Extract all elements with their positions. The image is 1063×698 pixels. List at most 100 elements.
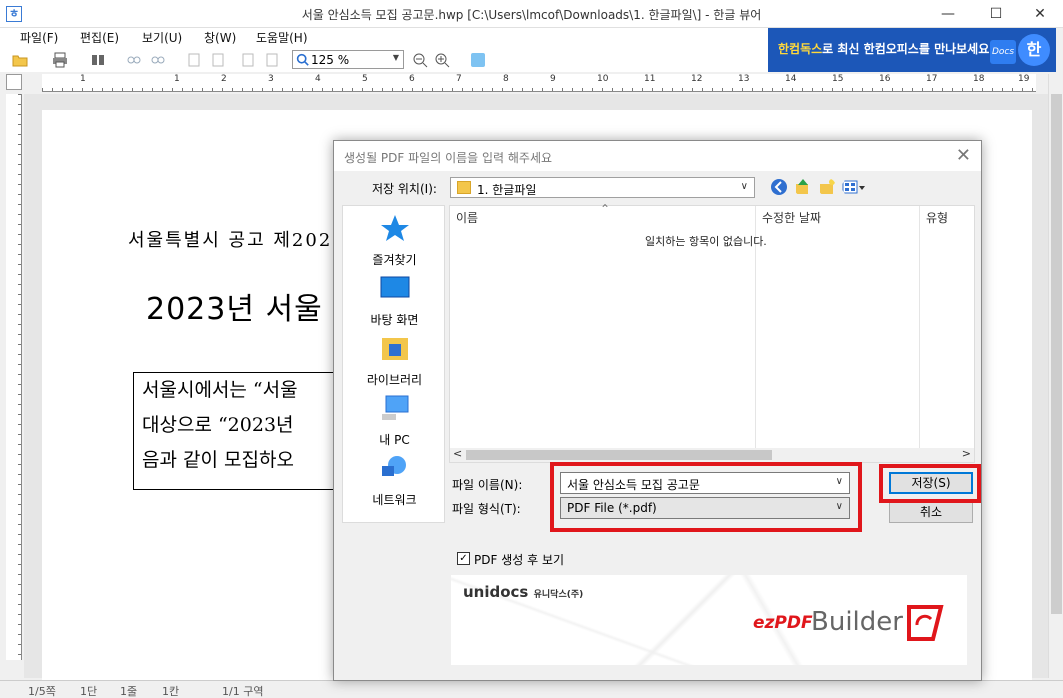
- page-next-icon[interactable]: [210, 52, 226, 68]
- back-icon[interactable]: [770, 178, 788, 196]
- ruler-label: 5: [362, 74, 368, 84]
- doc-title: 2023년 서울: [146, 292, 323, 327]
- file-list[interactable]: ⌃ 이름 수정한 날짜 유형 일치하는 항목이 없습니다. < >: [449, 202, 975, 463]
- find-icon[interactable]: [90, 52, 106, 68]
- chevron-left-icon[interactable]: <: [453, 447, 462, 460]
- brand-name-kr: 유니닥스(주): [533, 590, 584, 600]
- banner-message: 로 최신 한컴오피스를 만나보세요: [822, 42, 990, 56]
- status-bar: 1/5쪽 1단 1줄 1칸 1/1 구역: [0, 680, 1063, 698]
- ruler-label: 2: [221, 74, 227, 84]
- menu-window[interactable]: 창(W): [204, 28, 236, 48]
- zoom-in-icon[interactable]: [434, 52, 450, 68]
- zoom-out-icon[interactable]: [412, 52, 428, 68]
- status-section: 1/1 구역: [222, 685, 264, 698]
- scrollbar-thumb[interactable]: [466, 450, 772, 460]
- status-char: 1칸: [162, 685, 180, 698]
- save-in-label: 저장 위치(I):: [372, 182, 437, 196]
- place-label: 네트워크: [372, 493, 417, 507]
- ruler-label: 9: [550, 74, 556, 84]
- ezpdf-logo-text: ezPDF: [753, 613, 813, 633]
- ruler-corner-button[interactable]: [6, 74, 22, 90]
- page-last-icon[interactable]: [264, 52, 280, 68]
- highlight-box-filename: [550, 462, 862, 532]
- ruler-label: 17: [926, 74, 938, 84]
- place-favorites[interactable]: 즐겨찾기: [343, 214, 446, 268]
- menu-file[interactable]: 파일(F): [20, 28, 58, 48]
- status-line: 1줄: [120, 685, 138, 698]
- ruler-label: 10: [597, 74, 609, 84]
- ezpdf-logo-icon: [907, 605, 944, 641]
- places-sidebar: 즐겨찾기 바탕 화면 라이브러리 내 PC 네트워크: [342, 205, 445, 523]
- place-this-pc[interactable]: 내 PC: [343, 394, 446, 448]
- minimize-button[interactable]: —: [925, 0, 971, 28]
- view-after-label: PDF 생성 후 보기: [474, 553, 565, 567]
- menu-view[interactable]: 보기(U): [142, 28, 182, 48]
- ruler-label: 15: [832, 74, 844, 84]
- cancel-button[interactable]: 취소: [889, 501, 973, 523]
- brand-name: unidocs: [463, 583, 529, 601]
- dialog-title-bar: 생성될 PDF 파일의 이름을 입력 해주세요 ✕: [334, 141, 981, 171]
- menu-help[interactable]: 도움말(H): [256, 28, 308, 48]
- chevron-down-icon: ∨: [740, 181, 748, 192]
- save-in-combo[interactable]: 1. 한글파일 ∨: [450, 177, 755, 198]
- zoom-value: 125 %: [311, 53, 350, 67]
- view-after-checkbox[interactable]: ✓: [457, 552, 470, 565]
- place-label: 내 PC: [379, 433, 410, 447]
- chevron-down-icon: ▼: [392, 53, 399, 62]
- place-desktop[interactable]: 바탕 화면: [343, 274, 446, 328]
- view-menu-icon[interactable]: [842, 178, 866, 196]
- status-column: 1단: [80, 685, 98, 698]
- sort-ascending-icon: ⌃: [600, 202, 611, 216]
- empty-list-message: 일치하는 항목이 없습니다.: [645, 235, 767, 248]
- zoom-select[interactable]: 125 % ▼: [292, 50, 404, 69]
- maximize-button[interactable]: ☐: [973, 0, 1019, 28]
- column-name[interactable]: 이름: [456, 209, 478, 226]
- link-icon[interactable]: [126, 52, 142, 68]
- desktop-icon: [380, 276, 409, 298]
- horizontal-scrollbar[interactable]: < >: [450, 447, 974, 462]
- ruler-label: 3: [268, 74, 274, 84]
- folder-icon: [457, 181, 471, 194]
- page-first-icon[interactable]: [240, 52, 256, 68]
- banner-text: 한컴독스로 최신 한컴오피스를 만나보세요: [778, 40, 989, 57]
- place-libraries[interactable]: 라이브러리: [343, 334, 446, 388]
- ruler-label: 7: [456, 74, 462, 84]
- vertical-scrollbar[interactable]: [1048, 74, 1063, 678]
- column-date-modified[interactable]: 수정한 날짜: [762, 209, 821, 226]
- column-type[interactable]: 유형: [926, 209, 948, 226]
- close-button[interactable]: ✕: [1017, 0, 1063, 28]
- hangul-icon[interactable]: [470, 52, 486, 68]
- hancom-docs-banner[interactable]: 한컴독스로 최신 한컴오피스를 만나보세요 Docs 한: [768, 28, 1056, 72]
- filename-label: 파일 이름(N):: [452, 478, 523, 492]
- page-prev-icon[interactable]: [186, 52, 202, 68]
- status-page: 1/5쪽: [28, 685, 56, 698]
- dialog-close-icon[interactable]: ✕: [956, 145, 971, 166]
- ruler-label: 1: [174, 74, 180, 84]
- zoom-search-icon: [296, 53, 309, 66]
- menu-edit[interactable]: 편집(E): [80, 28, 119, 48]
- ruler-label: 14: [785, 74, 797, 84]
- menu-bar: 파일(F) 편집(E) 보기(U) 창(W) 도움말(H): [0, 28, 768, 48]
- unlink-icon[interactable]: [150, 52, 166, 68]
- up-folder-icon[interactable]: [794, 178, 812, 196]
- ruler-label: 11: [644, 74, 656, 84]
- ruler-label: 18: [973, 74, 985, 84]
- new-folder-icon[interactable]: [818, 178, 836, 196]
- star-icon: [380, 215, 409, 241]
- highlight-box-save: [879, 464, 981, 503]
- filetype-label: 파일 형식(T):: [452, 502, 521, 516]
- computer-icon: [381, 395, 408, 420]
- ruler-label: 1: [80, 74, 86, 84]
- chevron-right-icon[interactable]: >: [962, 447, 971, 460]
- place-network[interactable]: 네트워크: [343, 454, 446, 508]
- print-icon[interactable]: [52, 52, 68, 68]
- dialog-title: 생성될 PDF 파일의 이름을 입력 해주세요: [344, 151, 553, 165]
- open-folder-icon[interactable]: [12, 52, 28, 68]
- unidocs-logo: unidocs 유니닥스(주): [463, 583, 583, 601]
- save-in-value: 1. 한글파일: [477, 183, 537, 197]
- ruler-label: 6: [409, 74, 415, 84]
- library-icon: [381, 338, 408, 360]
- doc-announcement-number: 서울특별시 공고 제202: [128, 230, 333, 251]
- scrollbar-thumb[interactable]: [1051, 94, 1062, 614]
- column-divider: [919, 206, 920, 448]
